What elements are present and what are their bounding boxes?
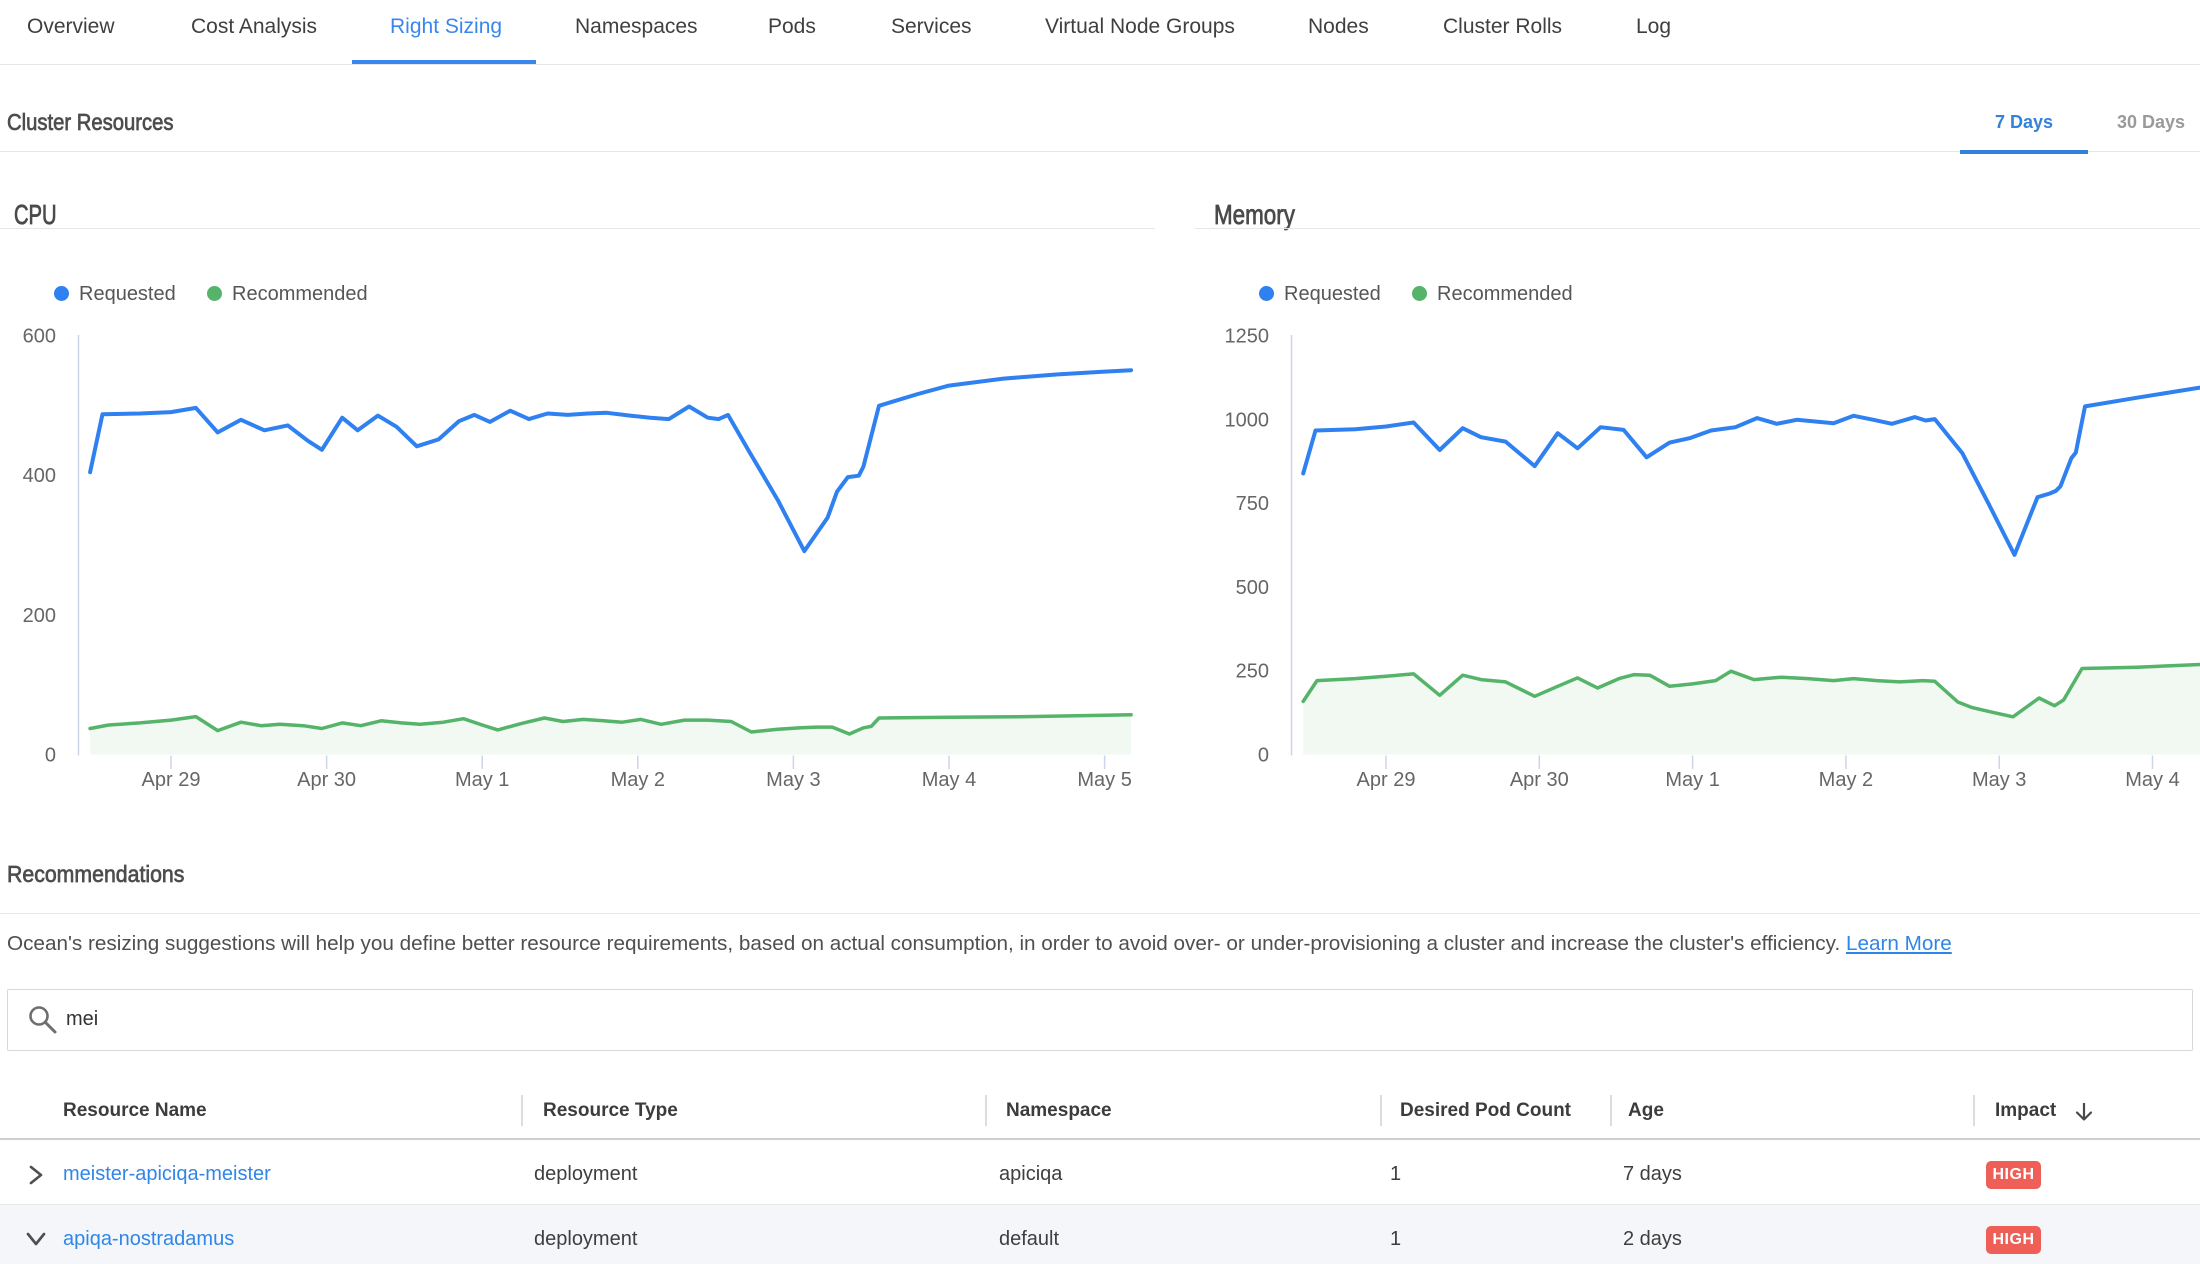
svg-text:May 4: May 4	[2125, 769, 2179, 791]
svg-text:May 4: May 4	[922, 769, 976, 791]
svg-text:Apr 29: Apr 29	[1357, 769, 1416, 791]
svg-text:200: 200	[23, 605, 56, 627]
svg-text:0: 0	[45, 745, 56, 767]
svg-text:400: 400	[23, 465, 56, 487]
svg-text:May 1: May 1	[455, 769, 509, 791]
svg-text:May 3: May 3	[1972, 769, 2026, 791]
svg-text:May 2: May 2	[1819, 769, 1873, 791]
svg-text:1000: 1000	[1225, 409, 1270, 431]
svg-text:May 2: May 2	[611, 769, 665, 791]
svg-text:Apr 30: Apr 30	[297, 769, 356, 791]
svg-text:Apr 29: Apr 29	[142, 769, 201, 791]
svg-text:May 3: May 3	[766, 769, 820, 791]
svg-text:600: 600	[23, 326, 56, 348]
svg-text:750: 750	[1236, 493, 1269, 515]
svg-text:Apr 30: Apr 30	[1510, 769, 1569, 791]
svg-text:1250: 1250	[1225, 326, 1270, 348]
svg-text:0: 0	[1258, 745, 1269, 767]
svg-text:May 5: May 5	[1077, 769, 1131, 791]
svg-text:May 1: May 1	[1665, 769, 1719, 791]
svg-text:500: 500	[1236, 577, 1269, 599]
svg-text:250: 250	[1236, 661, 1269, 683]
